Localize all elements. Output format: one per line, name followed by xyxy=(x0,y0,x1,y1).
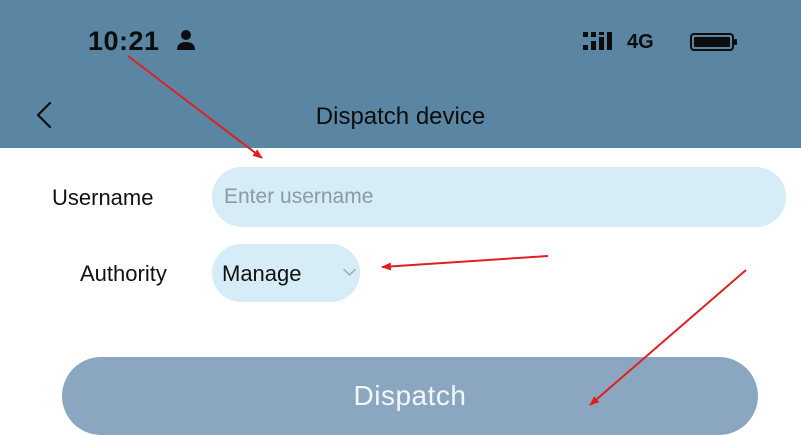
battery-icon xyxy=(690,33,737,51)
status-time: 10:21 xyxy=(88,26,160,56)
header-bar: 10:21 4G Dispatch device xyxy=(0,0,801,148)
chevron-down-icon xyxy=(343,268,356,276)
authority-dropdown[interactable]: Manage xyxy=(212,244,360,302)
signal-icon xyxy=(583,32,612,50)
dispatch-button[interactable]: Dispatch xyxy=(62,357,758,435)
network-type: 4G xyxy=(627,31,654,53)
username-label: Username xyxy=(52,185,154,210)
page-title: Dispatch device xyxy=(315,103,486,130)
annotation-arrow-authority xyxy=(381,255,549,271)
username-input[interactable] xyxy=(212,167,786,227)
authority-selected-value: Manage xyxy=(222,261,302,286)
authority-label: Authority xyxy=(80,261,167,286)
person-icon xyxy=(177,30,195,50)
